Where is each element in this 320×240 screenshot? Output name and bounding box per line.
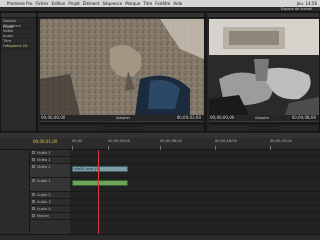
step-back-icon[interactable] <box>250 126 254 130</box>
project-tabbar: Projet <box>1 13 36 29</box>
track-area[interactable]: clip01.mov [V] <box>70 150 320 234</box>
track-row[interactable] <box>70 192 320 199</box>
track-row[interactable] <box>70 150 320 157</box>
track-label: Audio 4 <box>37 207 51 211</box>
menu-item-app[interactable]: Premiere Pro <box>7 0 32 7</box>
audio-clip[interactable] <box>72 180 128 186</box>
ruler-label: 00;00;08;00 <box>160 139 182 143</box>
program-fit-select[interactable]: Adapter <box>255 116 269 120</box>
source-monitor: Source Effets Mixage 00;00;00;00 Adap <box>37 12 205 132</box>
program-scrubber[interactable] <box>209 121 319 125</box>
video-clip[interactable]: clip01.mov [V] <box>72 166 128 172</box>
ruler-label: 00;00 <box>72 139 83 143</box>
menu-item-help[interactable]: Aide <box>173 0 182 7</box>
source-video-image <box>40 19 204 115</box>
track-header-audio-2[interactable]: Audio 2 <box>30 192 70 199</box>
speaker-icon[interactable] <box>32 193 35 196</box>
track-label: Vidéo 2 <box>37 158 51 162</box>
eye-icon[interactable] <box>32 165 35 168</box>
source-timecode-current[interactable]: 00;00;00;00 <box>40 115 67 120</box>
project-panel: Projet Dossier Séquence Vidéo Audio Titr… <box>0 12 37 132</box>
overlay-icon[interactable] <box>138 126 142 130</box>
eye-icon[interactable] <box>32 158 35 161</box>
track-label: Audio 3 <box>37 200 51 204</box>
insert-icon[interactable] <box>132 126 136 130</box>
menu-item-clip[interactable]: Élément <box>83 0 100 7</box>
program-video-frame[interactable] <box>209 19 319 115</box>
tools-strip: Effets · Vidéo <box>0 138 30 234</box>
step-back-icon[interactable] <box>114 126 118 130</box>
timeline-panel: Séquence 01 Effets · Vidéo 00;00;01;00 0… <box>0 133 320 240</box>
track-label: Master <box>37 214 50 218</box>
source-fit-select[interactable]: Adapter <box>116 116 130 120</box>
program-transport-controls <box>209 126 319 130</box>
ruler-label: 00;00;04;00 <box>108 139 130 143</box>
mark-out-icon[interactable] <box>108 126 112 130</box>
menubar-clock: Jeu. 14:56 <box>296 1 317 6</box>
track-row[interactable] <box>70 206 320 213</box>
speaker-icon[interactable] <box>32 207 35 210</box>
play-icon[interactable] <box>256 126 260 130</box>
program-monitor: Programme : Séquence 01 00;00;00;00 Adap… <box>206 12 320 132</box>
track-header-video-1[interactable]: Vidéo 1 <box>30 164 70 178</box>
track-header-master[interactable]: Master <box>30 213 70 220</box>
track-header-audio-4[interactable]: Audio 4 <box>30 206 70 213</box>
program-timecode-duration: 00;00;08;00 <box>290 115 317 120</box>
speaker-icon[interactable] <box>32 200 35 203</box>
program-video-image <box>209 19 319 115</box>
track-label: Audio 1 <box>37 179 51 183</box>
track-headers: Vidéo 3 Vidéo 2 Vidéo 1 Audio 1 Audio 2 … <box>30 150 70 234</box>
menu-item-edit[interactable]: Edition <box>52 0 66 7</box>
menu-item-title[interactable]: Titre <box>143 0 152 7</box>
play-icon[interactable] <box>120 126 124 130</box>
speaker-icon[interactable] <box>32 179 35 182</box>
source-scrubber[interactable] <box>40 121 204 125</box>
list-item[interactable]: Fréquence 25 <box>1 44 36 49</box>
project-list: Dossier Séquence Vidéo Audio Titre Fréqu… <box>1 19 36 49</box>
timeline-timecode[interactable]: 00;00;01;00 <box>32 139 58 144</box>
track-row[interactable] <box>70 199 320 206</box>
step-forward-icon[interactable] <box>126 126 130 130</box>
menu-item-file[interactable]: Fichier <box>35 0 48 7</box>
ruler-label: 00;00;16;00 <box>215 139 237 143</box>
speaker-icon[interactable] <box>32 214 35 217</box>
program-timecode-current[interactable]: 00;00;00;00 <box>209 115 236 120</box>
timeline-status-bar <box>0 234 320 240</box>
mark-in-icon[interactable] <box>102 126 106 130</box>
timeline-ruler[interactable]: 00;00 00;00;04;00 00;00;08;00 00;00;16;0… <box>70 138 320 150</box>
source-transport-controls <box>40 126 204 130</box>
eye-icon[interactable] <box>32 151 35 154</box>
playhead[interactable] <box>98 150 99 234</box>
track-header-video-2[interactable]: Vidéo 2 <box>30 157 70 164</box>
menu-item-sequence[interactable]: Séquence <box>102 0 122 7</box>
menu-item-window[interactable]: Fenêtre <box>155 0 170 7</box>
source-video-frame[interactable] <box>40 19 204 115</box>
source-tabbar: Source Effets Mixage <box>38 13 204 29</box>
track-header-audio-1[interactable]: Audio 1 <box>30 178 70 192</box>
menu-bar: Premiere Pro Fichier Edition Projet Élém… <box>0 0 320 7</box>
step-forward-icon[interactable] <box>262 126 266 130</box>
extract-icon[interactable] <box>274 126 278 130</box>
source-timecode-duration: 00;00;03;00 <box>175 115 202 120</box>
menu-item-project[interactable]: Projet <box>68 0 80 7</box>
track-label: Vidéo 3 <box>37 151 51 155</box>
track-row[interactable] <box>70 213 320 220</box>
menu-item-marker[interactable]: Marque <box>125 0 140 7</box>
track-row[interactable] <box>70 157 320 164</box>
clip-label: clip01.mov [V] <box>74 167 101 171</box>
track-header-audio-3[interactable]: Audio 3 <box>30 199 70 206</box>
track-header-video-3[interactable]: Vidéo 3 <box>30 150 70 157</box>
ruler-label: 00;00;32;00 <box>270 139 292 143</box>
program-tabbar: Programme : Séquence 01 <box>207 13 319 29</box>
track-label: Audio 2 <box>37 193 51 197</box>
track-label: Vidéo 1 <box>37 165 51 169</box>
lift-icon[interactable] <box>268 126 272 130</box>
